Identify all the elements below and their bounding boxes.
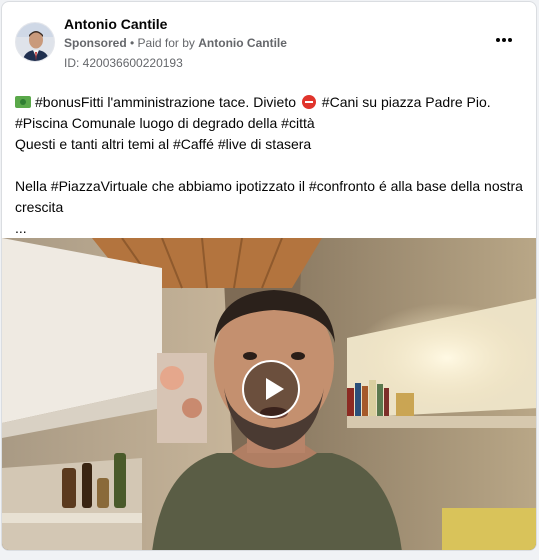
post-text-line: #Piscina Comunale luogo di degrado della… bbox=[15, 115, 315, 131]
post-text-line: Questi e tanti altri temi al #Caffé #liv… bbox=[15, 136, 312, 152]
paid-for-label: Paid for by bbox=[137, 36, 199, 50]
post-header: Antonio Cantile Sponsored • Paid for by … bbox=[2, 2, 536, 82]
post-text-line: Nella #PiazzaVirtuale che abbiamo ipotiz… bbox=[15, 178, 523, 194]
ad-id: ID: 420036600220193 bbox=[64, 56, 183, 70]
sponsor-meta: Sponsored • Paid for by Antonio Cantile bbox=[64, 36, 287, 50]
post-text-line: #bonusFitti l'amministrazione tace. Divi… bbox=[15, 92, 527, 113]
sponsored-post-card: Antonio Cantile Sponsored • Paid for by … bbox=[1, 1, 537, 551]
avatar-photo bbox=[16, 23, 54, 61]
play-icon[interactable] bbox=[242, 360, 300, 418]
no-entry-icon bbox=[301, 95, 316, 109]
author-avatar[interactable] bbox=[15, 22, 55, 62]
payer-name[interactable]: Antonio Cantile bbox=[198, 36, 287, 50]
post-text: #bonusFitti l'amministrazione tace. Divi… bbox=[15, 92, 527, 239]
see-more-ellipsis[interactable]: ... bbox=[15, 218, 527, 239]
video-player[interactable] bbox=[2, 238, 536, 550]
author-name[interactable]: Antonio Cantile bbox=[64, 16, 167, 32]
sponsored-label: Sponsored bbox=[64, 36, 127, 50]
more-horizontal-icon[interactable] bbox=[492, 30, 516, 50]
money-icon bbox=[15, 96, 31, 108]
post-text-line: crescita bbox=[15, 199, 64, 215]
meta-separator: • bbox=[126, 36, 138, 50]
